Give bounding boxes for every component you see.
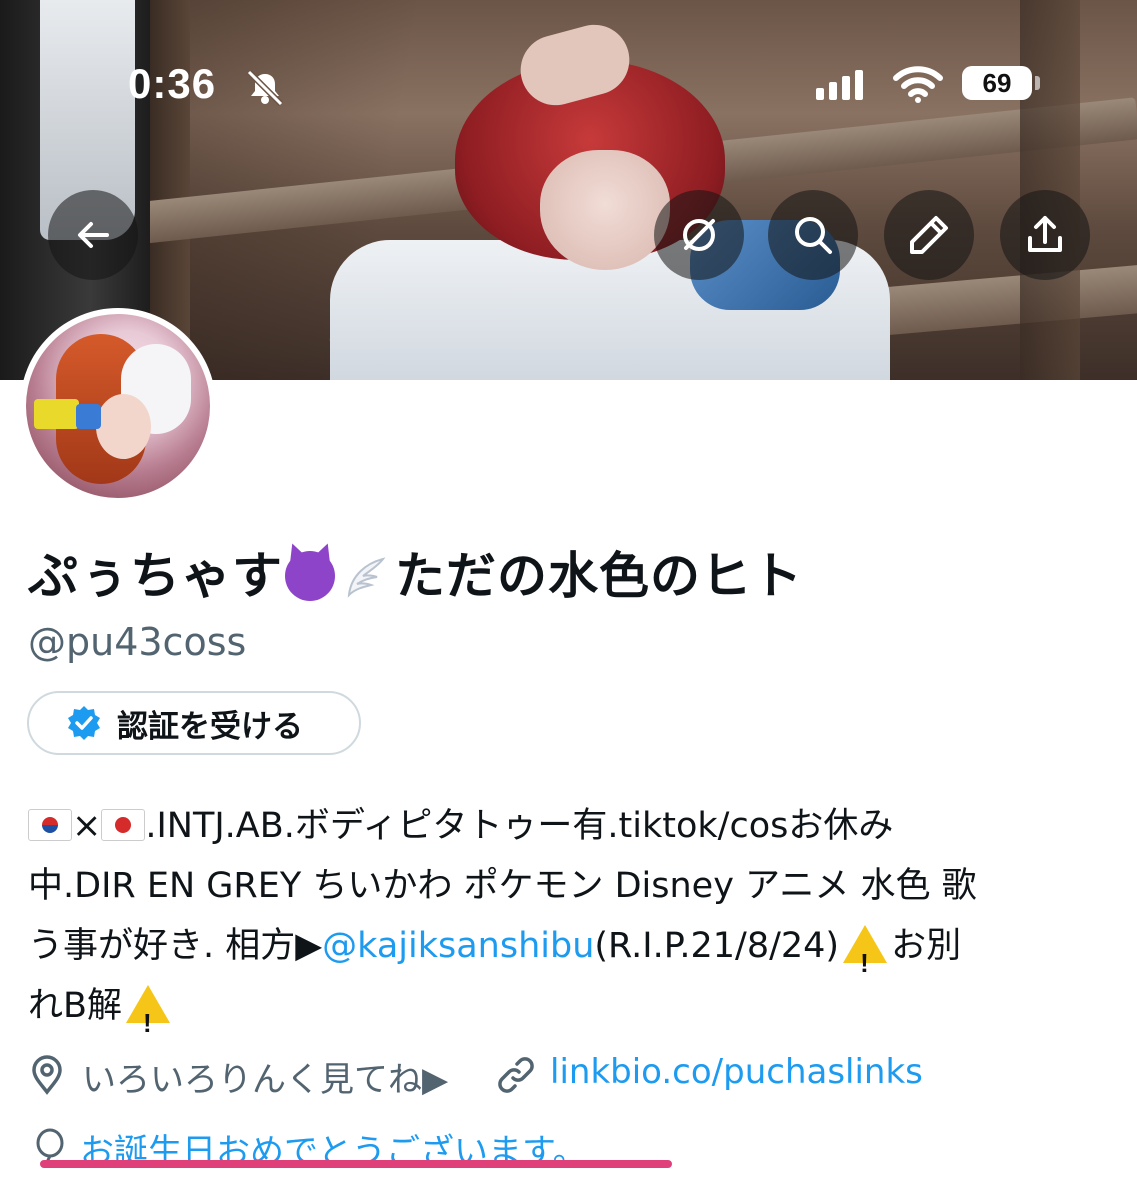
bio-line-3-after: (R.I.P.21/8/24)	[594, 926, 840, 966]
highlight-underline	[40, 1160, 672, 1168]
devil-emoji-icon	[285, 551, 335, 601]
battery-indicator: 69	[962, 66, 1032, 100]
share-icon	[1028, 216, 1062, 252]
bio-line-4-text: れB解	[28, 986, 123, 1026]
battery-tip	[1035, 76, 1040, 90]
avatar-face	[96, 394, 151, 459]
profile-meta: いろいろりんく見てね▶ linkbio.co/puchaslinks	[28, 1050, 1128, 1100]
cellular-signal-icon	[816, 70, 863, 100]
avatar-accessory	[34, 399, 79, 429]
search-icon	[795, 217, 832, 254]
username-handle: @pu43coss	[28, 620, 247, 664]
pencil-icon	[910, 216, 948, 254]
grok-button[interactable]	[654, 190, 744, 280]
arrow-left-icon	[78, 222, 109, 248]
edit-button[interactable]	[884, 190, 974, 280]
verified-badge-icon	[68, 706, 100, 740]
display-name: ぷぅちゃす ただの水色のヒト	[28, 536, 803, 608]
wing-emoji-icon	[347, 557, 386, 598]
location-text: いろいろりんく見てね▶	[82, 1060, 449, 1100]
location-pin-icon	[32, 1055, 62, 1095]
website-link[interactable]: linkbio.co/puchaslinks	[550, 1052, 923, 1092]
bio-line-2: 中.DIR EN GREY ちいかわ ポケモン Disney アニメ 水色 歌	[28, 866, 977, 906]
warning-icon	[843, 925, 888, 993]
bio-line-3-end: お別	[891, 926, 962, 966]
bio-line-4: れB解	[28, 976, 1118, 1053]
grok-icon	[683, 219, 715, 251]
search-button[interactable]	[768, 190, 858, 280]
avatar-accessory-blue	[76, 404, 101, 429]
link-icon	[498, 1057, 534, 1093]
japan-flag-icon	[101, 809, 146, 841]
balloon-icon	[36, 1128, 64, 1164]
bell-muted-icon	[246, 70, 284, 106]
profile-bio: × .INTJ.AB.ボディピタトゥー有.tiktok/cosお休み 中.DIR …	[28, 796, 1118, 1053]
get-verified-button[interactable]: 認証を受ける	[27, 691, 361, 755]
bio-times: ×	[72, 806, 102, 846]
korea-flag-icon	[28, 809, 72, 841]
avatar[interactable]	[26, 314, 210, 498]
display-name-part2: ただの水色のヒト	[395, 547, 803, 605]
display-name-part1: ぷぅちゃす	[28, 547, 283, 605]
bio-line-3-before: う事が好き. 相方▶	[28, 926, 323, 966]
partner-mention-link[interactable]: @kajiksanshibu	[322, 926, 594, 966]
get-verified-label: 認証を受ける	[117, 708, 303, 745]
back-button[interactable]	[48, 190, 138, 280]
bio-line-3: う事が好き. 相方▶@kajiksanshibu(R.I.P.21/8/24) お…	[28, 916, 1118, 993]
status-time: 0:36	[128, 60, 217, 107]
status-bar: 0:36 69	[0, 60, 1137, 120]
banner-face	[540, 150, 670, 270]
bio-line-1-text: .INTJ.AB.ボディピタトゥー有.tiktok/cosお休み	[145, 806, 894, 846]
bio-line-1: × .INTJ.AB.ボディピタトゥー有.tiktok/cosお休み	[28, 796, 1118, 856]
wifi-icon	[893, 66, 943, 103]
share-button[interactable]	[1000, 190, 1090, 280]
warning-icon	[126, 985, 171, 1053]
